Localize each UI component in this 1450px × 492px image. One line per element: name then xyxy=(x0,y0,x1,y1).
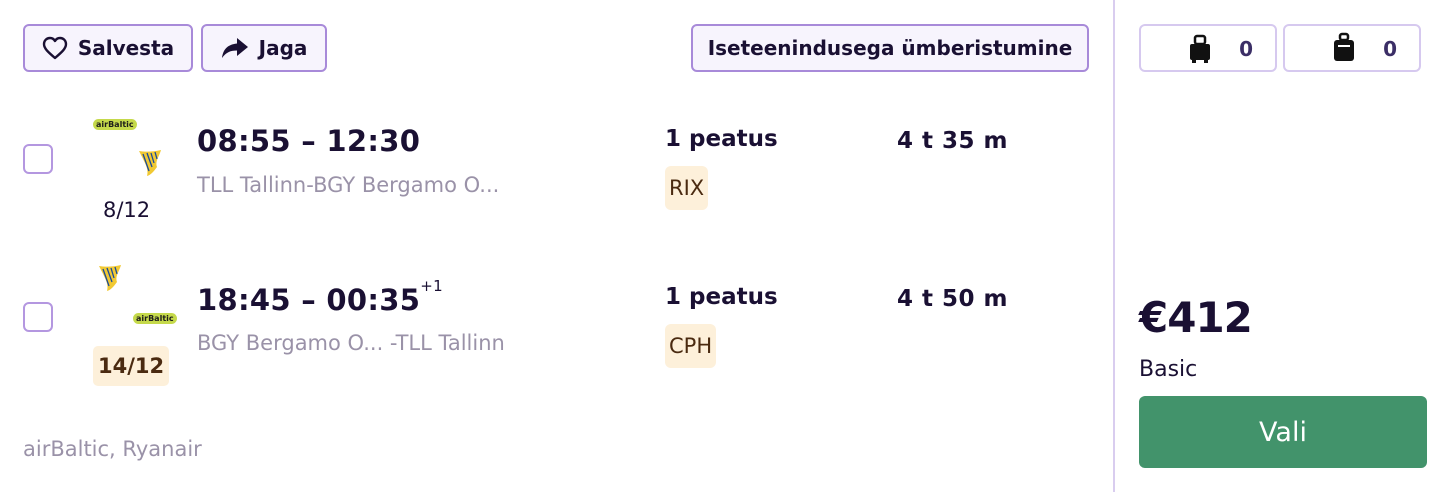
checked-baggage-count: 0 xyxy=(1239,37,1253,61)
self-transfer-label: Iseteenindusega ümberistumine xyxy=(707,36,1073,60)
airbaltic-logo: airBaltic xyxy=(133,313,177,324)
leg-duration: 4 t 35 m xyxy=(897,128,1008,154)
leg-checkbox[interactable] xyxy=(23,302,53,332)
checked-baggage-counter[interactable]: 0 xyxy=(1139,24,1277,72)
panel-divider xyxy=(1113,0,1115,492)
price-amount: €412 xyxy=(1139,293,1253,342)
share-button-label: Jaga xyxy=(258,36,308,60)
select-button[interactable]: Vali xyxy=(1139,396,1427,468)
leg-time: 08:55 – 12:30 xyxy=(197,124,420,158)
cabin-baggage-count: 0 xyxy=(1383,37,1397,61)
leg-stop-airport: RIX xyxy=(665,166,709,210)
leg-date: 14/12 xyxy=(93,346,170,386)
leg-day-offset: +1 xyxy=(420,277,443,295)
ryanair-harp-logo xyxy=(139,150,161,176)
leg-duration: 4 t 50 m xyxy=(897,286,1008,312)
share-button[interactable]: Jaga xyxy=(201,24,327,72)
save-button[interactable]: Salvesta xyxy=(23,24,193,72)
leg-time-range: 18:45 – 00:35 xyxy=(197,283,421,317)
airbaltic-logo: airBaltic xyxy=(93,119,137,130)
cabin-baggage-counter[interactable]: 0 xyxy=(1283,24,1421,72)
leg-time-range: 08:55 – 12:30 xyxy=(197,124,421,158)
leg-checkbox[interactable] xyxy=(23,144,53,174)
leg-stops: 1 peatus xyxy=(665,284,778,310)
leg-time: 18:45 – 00:35+1 xyxy=(197,277,443,317)
leg-route: BGY Bergamo O... -TLL Tallinn xyxy=(197,331,505,355)
leg-stops: 1 peatus xyxy=(665,126,778,152)
leg-stop-airport: CPH xyxy=(665,324,717,368)
carriers-text: airBaltic, Ryanair xyxy=(23,437,202,461)
leg-date: 8/12 xyxy=(103,198,151,222)
fare-name: Basic xyxy=(1139,357,1198,382)
checked-bag-icon xyxy=(1190,34,1210,63)
leg-route: TLL Tallinn-BGY Bergamo O... xyxy=(197,173,500,197)
save-button-label: Salvesta xyxy=(77,36,175,60)
heart-icon xyxy=(42,36,68,60)
self-transfer-button[interactable]: Iseteenindusega ümberistumine xyxy=(691,24,1089,72)
select-button-label: Vali xyxy=(1259,416,1307,448)
cabin-bag-icon xyxy=(1334,32,1354,61)
ryanair-harp-logo xyxy=(99,265,121,291)
share-arrow-icon xyxy=(221,38,248,58)
